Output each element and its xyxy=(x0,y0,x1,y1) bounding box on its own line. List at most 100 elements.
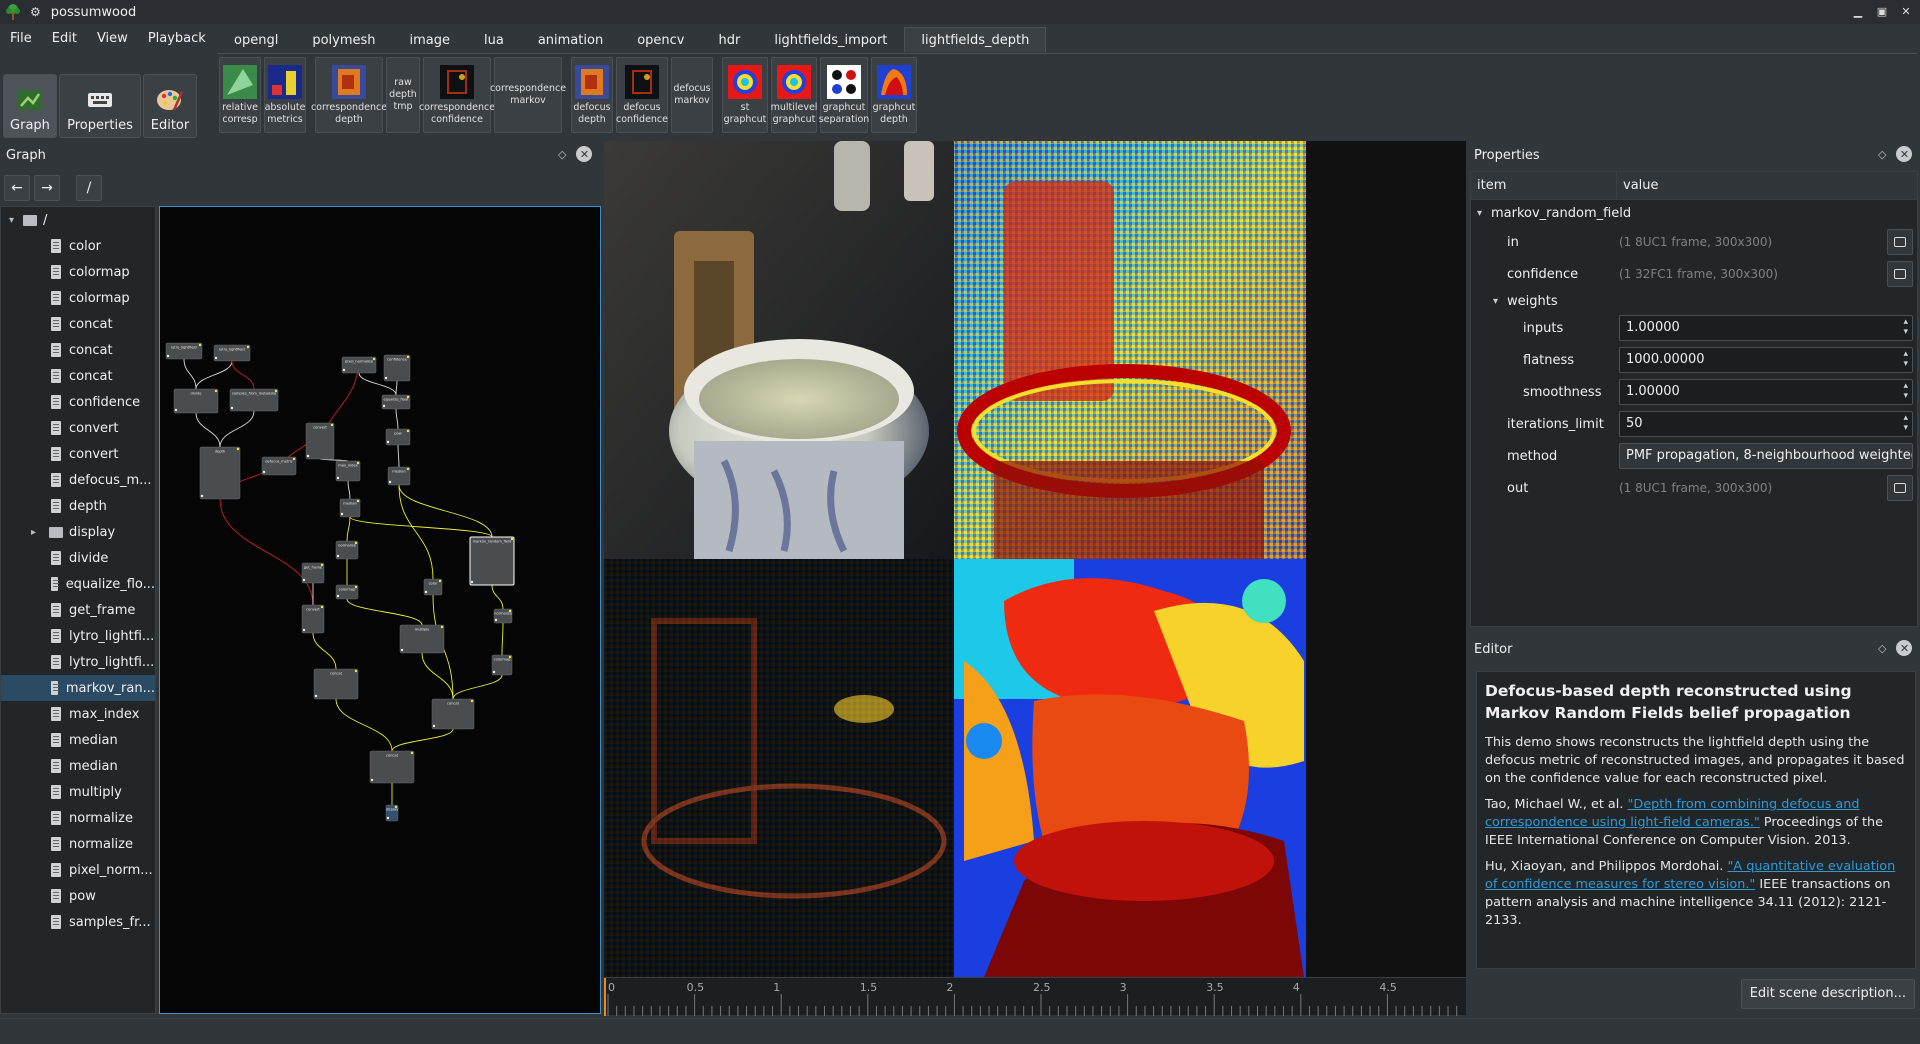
graph-port[interactable] xyxy=(406,467,410,471)
flatness-spinbox[interactable]: 1000.00000 xyxy=(1619,347,1913,373)
property-method[interactable]: method PMF propagation, 8-neighbourhood … xyxy=(1471,440,1917,472)
graph-port[interactable] xyxy=(230,406,234,410)
tree-item[interactable]: lytro_lightfi... xyxy=(1,623,155,649)
property-out[interactable]: out (1 8UC1 frame, 300x300) xyxy=(1471,472,1917,504)
float-icon[interactable]: ◇ xyxy=(1878,642,1886,655)
float-icon[interactable]: ◇ xyxy=(1878,148,1886,161)
tree-item[interactable]: colormap xyxy=(1,285,155,311)
comment-button[interactable] xyxy=(1887,475,1913,501)
graph-port[interactable] xyxy=(440,625,444,629)
tool-button-absolute-metrics[interactable]: absolute metrics xyxy=(264,57,306,133)
close-window-icon[interactable]: ✕ xyxy=(1898,3,1914,19)
graph-port[interactable] xyxy=(384,376,388,380)
tab-lightfields-depth[interactable]: lightfields_depth xyxy=(904,27,1047,52)
forward-button[interactable]: → xyxy=(34,175,60,201)
graph-port[interactable] xyxy=(314,694,318,698)
chevron-down-icon[interactable]: ▾ xyxy=(1493,296,1498,307)
tool-button-graphcut-separation[interactable]: graphcut separation xyxy=(819,57,869,133)
property-in[interactable]: in (1 8UC1 frame, 300x300) xyxy=(1471,226,1917,258)
graph-node-convert[interactable]: convert xyxy=(301,604,325,634)
image-viewport[interactable] xyxy=(604,141,1466,977)
graph-port[interactable] xyxy=(372,357,376,361)
tool-button-defocus-confidence[interactable]: defocus confidence xyxy=(616,57,668,133)
graph-port[interactable] xyxy=(336,594,340,598)
tree-item[interactable]: samples_fr... xyxy=(1,909,155,935)
graph-node-normalize[interactable]: normalize xyxy=(493,608,513,624)
tree-item[interactable]: colormap xyxy=(1,259,155,285)
tool-button-correspondence-markov[interactable]: correspondence markov xyxy=(490,57,566,133)
graph-port[interactable] xyxy=(198,343,202,347)
graph-node-divide[interactable]: divide xyxy=(173,388,219,414)
graph-node-colormap[interactable]: colormap xyxy=(335,584,359,600)
tool-button-multilevel-graphcut[interactable]: multilevel graphcut xyxy=(771,57,817,133)
graph-port[interactable] xyxy=(340,512,344,516)
graph-node-lytro-lightfield[interactable]: lytro_lightfield xyxy=(213,344,251,362)
node-graph[interactable]: lytro_lightfield lytro_lightfielddivide sa… xyxy=(160,207,600,1013)
graph-node-concat[interactable]: concat xyxy=(369,750,415,784)
tab-image[interactable]: image xyxy=(393,27,468,52)
graph-node-pow[interactable]: pow xyxy=(385,428,411,446)
node-graph-canvas[interactable]: lytro_lightfield lytro_lightfielddivide sa… xyxy=(159,206,601,1014)
close-icon[interactable]: ✕ xyxy=(576,146,593,162)
graph-port[interactable] xyxy=(200,494,204,498)
graph-port[interactable] xyxy=(302,628,306,632)
property-node-row[interactable]: ▾ markov_random_field xyxy=(1471,200,1917,226)
viewport-render[interactable] xyxy=(604,141,1466,977)
graph-node-lytro-lightfield[interactable]: lytro_lightfield xyxy=(165,342,203,360)
close-icon[interactable]: ✕ xyxy=(1896,146,1913,162)
graph-port[interactable] xyxy=(508,655,512,659)
tree-item[interactable]: equalize_flo... xyxy=(1,571,155,597)
float-icon[interactable]: ◇ xyxy=(558,148,566,161)
graph-port[interactable] xyxy=(432,724,436,728)
graph-port[interactable] xyxy=(406,355,410,359)
graph-port[interactable] xyxy=(166,354,170,358)
graph-node-pixel-normalize[interactable]: pixel_normalize xyxy=(341,356,377,374)
tree-item[interactable]: multiply xyxy=(1,779,155,805)
graph-port[interactable] xyxy=(394,805,398,809)
graph-port[interactable] xyxy=(382,404,386,408)
graph-port[interactable] xyxy=(302,578,306,582)
graph-port[interactable] xyxy=(274,389,278,393)
graph-port[interactable] xyxy=(386,816,390,820)
edit-scene-description-button[interactable]: Edit scene description... xyxy=(1740,979,1915,1009)
path-root-button[interactable]: / xyxy=(76,175,102,201)
graph-port[interactable] xyxy=(356,499,360,503)
tree-item[interactable]: normalize xyxy=(1,831,155,857)
graph-node-samples-from-metadata[interactable]: samples_from_metadata xyxy=(229,388,279,412)
graph-port[interactable] xyxy=(354,585,358,589)
chevron-right-icon[interactable]: ▸ xyxy=(31,527,36,538)
graph-node-confidence[interactable]: confidence xyxy=(383,354,411,382)
tool-button-relative-corresp[interactable]: relative corresp xyxy=(219,57,261,133)
graph-port[interactable] xyxy=(388,480,392,484)
graph-port[interactable] xyxy=(508,609,512,613)
editor-button[interactable]: Editor xyxy=(143,74,197,138)
property-weights[interactable]: ▾ weights xyxy=(1471,290,1917,312)
tool-button-defocus-depth[interactable]: defocus depth xyxy=(571,57,613,133)
graph-node-max-index[interactable]: max_index xyxy=(335,460,361,482)
tree-item[interactable]: convert xyxy=(1,415,155,441)
graph-node-color[interactable]: color xyxy=(423,578,443,596)
graph-port[interactable] xyxy=(400,648,404,652)
graph-port[interactable] xyxy=(214,356,218,360)
graph-port[interactable] xyxy=(330,423,334,427)
close-icon[interactable]: ✕ xyxy=(1896,640,1913,656)
comment-button[interactable] xyxy=(1887,261,1913,287)
graph-port[interactable] xyxy=(354,541,358,545)
chevron-down-icon[interactable]: ▾ xyxy=(9,215,14,226)
property-inputs[interactable]: inputs 1.00000 xyxy=(1471,312,1917,344)
chevron-down-icon[interactable]: ▾ xyxy=(1477,208,1482,219)
timeline-ruler[interactable]: 0 0.5 1 1.5 2 2.5 3 3.5 4 4.5 xyxy=(604,978,1466,1016)
tool-button-defocus-markov[interactable]: defocus markov xyxy=(671,57,713,133)
graph-port[interactable] xyxy=(356,461,360,465)
tab-hdr[interactable]: hdr xyxy=(701,27,757,52)
column-value[interactable]: value xyxy=(1617,172,1659,199)
menu-file[interactable]: File xyxy=(0,27,42,51)
graph-port[interactable] xyxy=(494,618,498,622)
tree-item[interactable]: divide xyxy=(1,545,155,571)
tab-opengl[interactable]: opengl xyxy=(217,27,295,52)
graph-port[interactable] xyxy=(320,605,324,609)
method-dropdown[interactable]: PMF propagation, 8-neighbourhood weighte… xyxy=(1619,443,1913,469)
graph-node-depth[interactable]: depth xyxy=(199,446,241,500)
graph-port[interactable] xyxy=(406,429,410,433)
graph-node-equalize-float[interactable]: equalize_float xyxy=(381,394,411,410)
